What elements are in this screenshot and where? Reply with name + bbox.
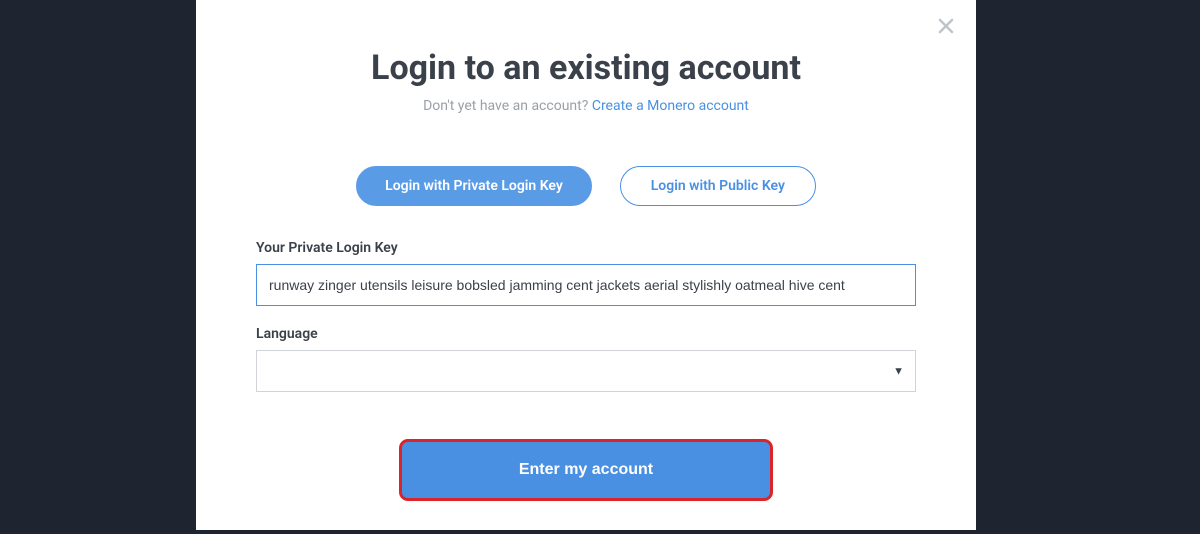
login-method-tabs: Login with Private Login Key Login with … [256, 166, 916, 206]
login-modal: Login to an existing account Don't yet h… [196, 0, 976, 530]
language-group: Language ▼ [256, 326, 916, 392]
private-key-input[interactable] [256, 264, 916, 306]
language-select-wrap: ▼ [256, 350, 916, 392]
tab-public-key[interactable]: Login with Public Key [620, 166, 816, 206]
tab-private-key-label: Login with Private Login Key [385, 178, 563, 194]
language-select[interactable] [256, 350, 916, 392]
submit-button-label: Enter my account [519, 461, 653, 478]
modal-title: Login to an existing account [256, 48, 916, 88]
enter-account-button[interactable]: Enter my account [402, 442, 770, 498]
close-button[interactable] [936, 18, 956, 38]
subtitle-text: Don't yet have an account? [423, 98, 592, 114]
private-key-label: Your Private Login Key [256, 240, 916, 256]
modal-subtitle: Don't yet have an account? Create a Mone… [256, 98, 916, 114]
language-label: Language [256, 326, 916, 342]
create-account-link[interactable]: Create a Monero account [592, 98, 749, 114]
close-icon [938, 18, 954, 38]
submit-row: Enter my account [256, 442, 916, 498]
private-key-group: Your Private Login Key [256, 240, 916, 306]
tab-public-key-label: Login with Public Key [651, 178, 785, 194]
tab-private-key[interactable]: Login with Private Login Key [356, 166, 592, 206]
